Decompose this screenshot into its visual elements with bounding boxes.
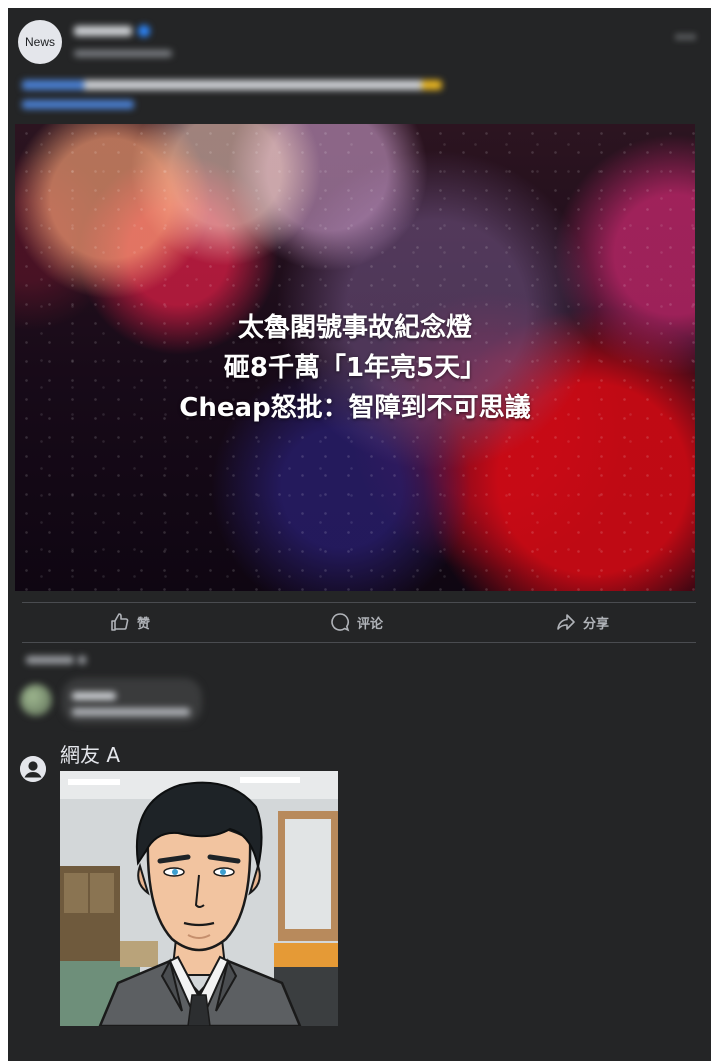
page-name-blurred[interactable] (74, 26, 132, 36)
share-label: 分享 (583, 616, 610, 632)
post-image[interactable]: 太魯閣號事故紀念燈 砸8千萬「1年亮5天」 Cheap怒批：智障到不可思議 (15, 124, 695, 591)
post-timestamp-blurred[interactable] (74, 50, 172, 57)
avatar-label: News (24, 35, 55, 49)
comment-text-blurred (72, 708, 190, 716)
verified-badge-icon (138, 25, 150, 37)
commenter-name-blurred[interactable] (72, 692, 116, 700)
comment-bubble-icon (331, 613, 350, 632)
chevron-down-icon[interactable] (78, 656, 86, 664)
reply-author-name[interactable]: 網友 A (60, 739, 120, 768)
post-caption-blurred (22, 80, 442, 90)
commenter-avatar-blurred[interactable] (20, 684, 52, 716)
hero-headline: 太魯閣號事故紀念燈 砸8千萬「1年亮5天」 Cheap怒批：智障到不可思議 (15, 308, 695, 428)
post-link-blurred[interactable] (22, 100, 134, 109)
action-bar-bottom-divider (22, 642, 696, 643)
default-user-icon[interactable] (20, 756, 46, 782)
more-dots-icon[interactable] (675, 34, 697, 40)
comment-bubble-blurred (62, 678, 202, 724)
facebook-post-card: News 太魯閣號事故紀念燈 砸8千萬「1年亮5天」 Cheap怒批：智障到不可… (8, 8, 711, 1061)
comment-sort-blurred[interactable] (26, 656, 74, 664)
thumbs-up-icon (111, 613, 129, 631)
action-bar-top-divider (22, 602, 696, 603)
like-button[interactable]: 赞 (110, 610, 150, 634)
headline-line-1: 太魯閣號事故紀念燈 (237, 313, 472, 343)
headline-line-2: 砸8千萬「1年亮5天」 (223, 353, 487, 383)
page-avatar[interactable]: News (18, 20, 62, 64)
comment-label: 评论 (357, 616, 384, 632)
share-button[interactable]: 分享 (556, 610, 609, 634)
comment-image[interactable] (60, 771, 338, 1026)
headline-line-3: Cheap怒批：智障到不可思議 (179, 393, 531, 423)
like-label: 赞 (137, 616, 151, 632)
share-arrow-icon (557, 614, 575, 630)
comment-button[interactable]: 评论 (330, 610, 383, 634)
cartoon-agent-portrait (60, 771, 338, 1026)
